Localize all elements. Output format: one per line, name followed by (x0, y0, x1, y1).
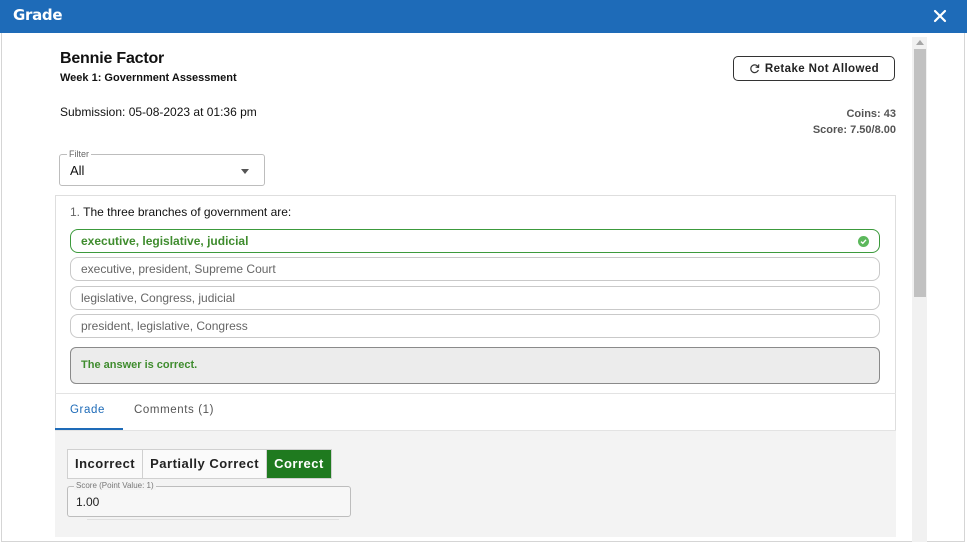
answer-option-correct[interactable]: executive, legislative, judicial (70, 229, 880, 253)
chevron-down-icon (241, 169, 249, 174)
tab-grade[interactable]: Grade (70, 404, 105, 416)
dialog-titlebar: Grade (0, 0, 967, 33)
question-prompt: The three branches of government are: (83, 205, 292, 219)
submission-date: Submission: 05-08-2023 at 01:36 pm (60, 105, 257, 119)
answer-option-label: legislative, Congress, judicial (81, 291, 236, 305)
answer-option[interactable]: executive, president, Supreme Court (70, 257, 880, 281)
scrollbar[interactable] (912, 37, 927, 542)
score-input-label: Score (Point Value: 1) (74, 481, 156, 490)
filter-value: All (70, 163, 85, 178)
retake-button-label: Retake Not Allowed (764, 62, 880, 75)
answer-option-label: executive, president, Supreme Court (81, 262, 276, 276)
partially-correct-button[interactable]: Partially Correct (143, 450, 268, 478)
scroll-up-arrow-icon[interactable] (916, 40, 924, 45)
tab-comments[interactable]: Comments (1) (134, 404, 214, 416)
answer-option[interactable]: president, legislative, Congress (70, 314, 880, 338)
student-name: Bennie Factor (60, 50, 165, 67)
total-score: Score: 7.50/8.00 (812, 124, 896, 136)
question-number: 1. (70, 205, 81, 219)
filter-label: Filter (67, 149, 91, 159)
answer-option-label: president, legislative, Congress (81, 319, 248, 333)
scrollbar-thumb[interactable] (914, 49, 926, 297)
score-input[interactable]: Score (Point Value: 1) 1.00 (67, 481, 351, 517)
refresh-icon (750, 64, 760, 74)
assignment-title: Week 1: Government Assessment (60, 72, 237, 84)
close-icon[interactable] (931, 7, 949, 25)
answer-option-label: executive, legislative, judicial (81, 234, 249, 248)
grade-panel (55, 430, 896, 537)
incorrect-button[interactable]: Incorrect (68, 450, 144, 478)
filter-select[interactable]: Filter All (59, 149, 265, 186)
retake-button[interactable]: Retake Not Allowed (733, 56, 895, 81)
score-input-value: 1.00 (76, 495, 100, 509)
tabs-divider (55, 393, 896, 394)
correct-button[interactable]: Correct (267, 450, 331, 478)
coins-count: Coins: 43 (846, 108, 896, 120)
check-circle-icon (858, 236, 869, 247)
question-text: 1. The three branches of government are: (70, 205, 291, 219)
grade-button-group: Incorrect Partially Correct Correct (67, 449, 332, 479)
dialog-title: Grade (13, 6, 63, 24)
divider (87, 519, 339, 520)
answer-feedback: The answer is correct. (70, 347, 880, 384)
answer-option[interactable]: legislative, Congress, judicial (70, 286, 880, 310)
